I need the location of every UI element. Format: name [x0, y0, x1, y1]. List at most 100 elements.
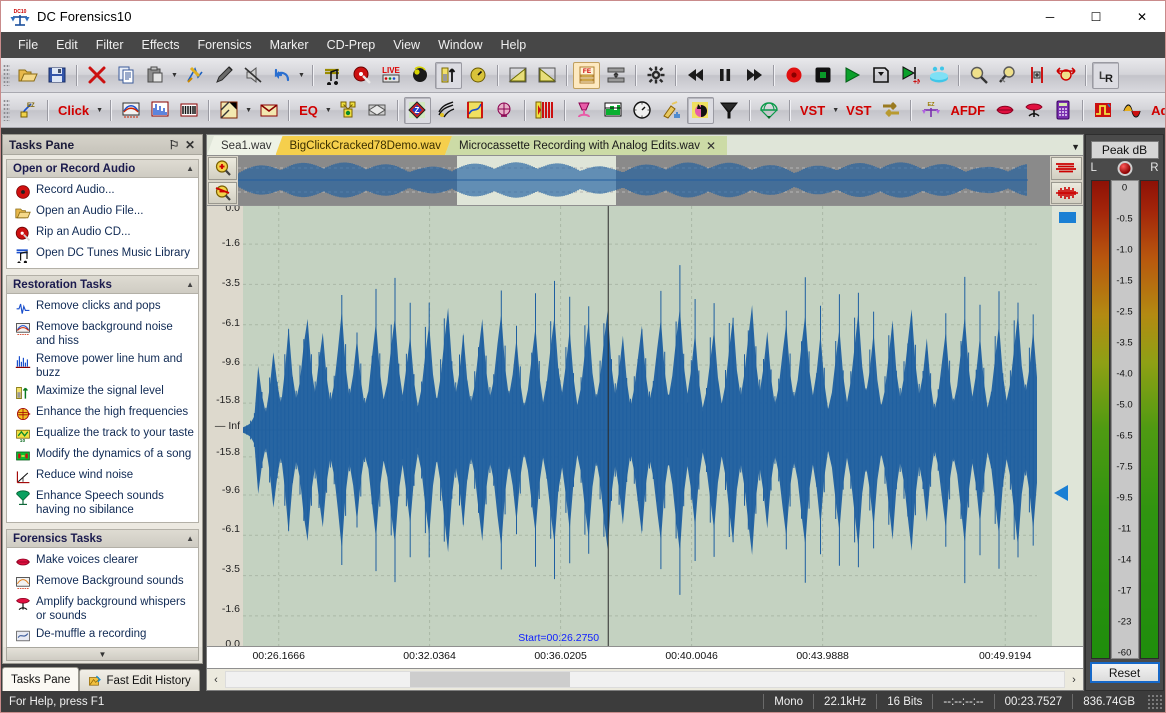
pane-tab-fast-edit-history[interactable]: Fast Edit History — [79, 669, 199, 691]
file-tab-1[interactable]: Sea1.wav — [207, 136, 283, 155]
afdf-icon[interactable]: AFDF — [946, 97, 989, 124]
vertical-zoom-track[interactable] — [1059, 208, 1076, 644]
task-item[interactable]: Rip an Audio CD... — [11, 223, 196, 244]
menu-item-filter[interactable]: Filter — [87, 34, 133, 56]
fade-out-icon[interactable] — [533, 62, 560, 89]
task-item[interactable]: Remove Background sounds — [11, 572, 196, 593]
menu-item-file[interactable]: File — [9, 34, 47, 56]
spectral-edit-icon[interactable] — [462, 97, 489, 124]
phase-rotate-icon[interactable] — [687, 97, 714, 124]
task-item[interactable]: Maximize the signal level — [11, 382, 196, 403]
undo-icon[interactable] — [268, 62, 295, 89]
waveform-overview[interactable] — [238, 156, 1050, 205]
pin-icon[interactable]: ⚐ — [166, 138, 182, 152]
clip-indicator-icon[interactable] — [1117, 161, 1132, 176]
reset-button[interactable]: Reset — [1090, 662, 1160, 683]
zoom-out-icon[interactable] — [994, 62, 1021, 89]
task-item[interactable]: Open DC Tunes Music Library — [11, 244, 196, 265]
gain-knob-icon[interactable] — [464, 62, 491, 89]
open-file-icon[interactable] — [14, 62, 41, 89]
denoise-icon[interactable] — [117, 97, 144, 124]
headphone-monitor-icon[interactable] — [406, 62, 433, 89]
forensics-examine-icon[interactable]: FE — [573, 62, 600, 89]
filter-bank-icon[interactable] — [364, 97, 391, 124]
fast-forward-icon[interactable] — [740, 62, 767, 89]
fade-in-icon[interactable] — [504, 62, 531, 89]
minimize-button[interactable]: ─ — [1027, 1, 1073, 32]
task-group-header[interactable]: Open or Record Audio▲ — [6, 159, 199, 178]
paragraphic-eq-icon[interactable] — [335, 97, 362, 124]
waveform-view-button[interactable] — [1051, 182, 1082, 205]
zoom-in-icon[interactable] — [965, 62, 992, 89]
equalizer-icon[interactable]: EQ — [295, 97, 322, 124]
vst-icon-dropdown-arrow[interactable]: ▼ — [830, 97, 841, 124]
vst-manage-icon[interactable]: VST — [842, 97, 875, 124]
swap-arrows-icon[interactable] — [877, 97, 904, 124]
resize-grip-icon[interactable] — [1147, 694, 1163, 709]
chevron-up-icon[interactable]: ▲ — [186, 164, 194, 173]
left-right-channel-icon[interactable]: LR — [1092, 62, 1119, 89]
declick-icon[interactable]: Click — [54, 97, 93, 124]
dehum-icon[interactable] — [146, 97, 173, 124]
zoom-full-icon[interactable] — [1052, 62, 1079, 89]
cut-icon[interactable] — [83, 62, 110, 89]
menu-item-marker[interactable]: Marker — [261, 34, 318, 56]
file-tab-2[interactable]: BigClickCracked78Demo.wav — [276, 136, 452, 155]
horizontal-scrollbar[interactable]: ‹ › — [207, 668, 1083, 690]
record-icon[interactable] — [780, 62, 807, 89]
mix-paste-icon[interactable] — [181, 62, 208, 89]
pause-icon[interactable] — [711, 62, 738, 89]
channel-align-icon[interactable] — [602, 62, 629, 89]
menu-item-forensics[interactable]: Forensics — [188, 34, 260, 56]
file-tab-3[interactable]: Microcassette Recording with Analog Edit… — [445, 136, 727, 155]
task-item[interactable]: Make voices clearer — [11, 551, 196, 572]
equalizer-icon-dropdown-arrow[interactable]: ▼ — [323, 97, 334, 124]
spectral-view-button[interactable] — [1051, 157, 1082, 180]
copy-icon[interactable] — [112, 62, 139, 89]
task-item[interactable]: Remove clicks and pops — [11, 297, 196, 318]
menu-item-help[interactable]: Help — [492, 34, 536, 56]
decrackle-icon[interactable] — [175, 97, 202, 124]
pencil-edit-icon[interactable] — [210, 62, 237, 89]
task-item[interactable]: 10Equalize the track to your taste — [11, 424, 196, 445]
task-item[interactable]: Amplify background whispers or sounds — [11, 593, 196, 625]
task-item[interactable]: Open an Audio File... — [11, 202, 196, 223]
menu-item-effects[interactable]: Effects — [132, 34, 188, 56]
task-item[interactable]: Record Audio... — [11, 181, 196, 202]
blue-wave-icon[interactable] — [925, 62, 952, 89]
play-loop-icon[interactable] — [867, 62, 894, 89]
spectrum-analyzer-icon[interactable] — [600, 97, 627, 124]
scroll-right-button[interactable]: › — [1065, 674, 1083, 686]
chevron-up-icon[interactable]: ▲ — [186, 534, 194, 543]
menu-item-edit[interactable]: Edit — [47, 34, 87, 56]
maximize-button[interactable]: ☐ — [1073, 1, 1119, 32]
amplify-whisper-icon[interactable] — [1020, 97, 1047, 124]
normalize-level-icon[interactable] — [435, 62, 462, 89]
task-item[interactable]: Remove background noise and hiss — [11, 318, 196, 350]
forensics-ez-icon[interactable]: EZ — [917, 97, 944, 124]
declick-icon-dropdown-arrow[interactable]: ▼ — [94, 97, 105, 124]
dynamics-icon[interactable] — [215, 97, 242, 124]
ez-wizard-icon[interactable]: EZ — [14, 97, 41, 124]
close-icon[interactable]: ✕ — [182, 138, 198, 152]
virtual-valve-icon[interactable]: Z — [404, 97, 431, 124]
zoom-in-button[interactable] — [208, 157, 237, 180]
sweep-brush-icon[interactable] — [658, 97, 685, 124]
play-next-icon[interactable]: +N — [896, 62, 923, 89]
pane-tab-tasks-pane[interactable]: Tasks Pane — [2, 667, 79, 691]
menu-item-window[interactable]: Window — [429, 34, 491, 56]
sound-stage-icon[interactable] — [491, 97, 518, 124]
close-tab-icon[interactable]: ✕ — [706, 139, 716, 153]
task-item[interactable]: Enhance the high frequencies — [11, 403, 196, 424]
waveform-square-icon[interactable] — [1089, 97, 1116, 124]
live-input-icon[interactable]: LIVE — [377, 62, 404, 89]
task-group-header[interactable]: Forensics Tasks▲ — [6, 529, 199, 548]
settings-gear-icon[interactable] — [642, 62, 669, 89]
comb-filter-icon[interactable] — [531, 97, 558, 124]
toolbar-grip[interactable] — [3, 99, 10, 121]
sine-wave-icon[interactable] — [1118, 97, 1145, 124]
stop-icon[interactable] — [809, 62, 836, 89]
task-item[interactable]: Enhance Speech sounds having no sibilanc… — [11, 487, 196, 519]
voice-clarity-icon[interactable] — [991, 97, 1018, 124]
menu-item-cd-prep[interactable]: CD-Prep — [318, 34, 385, 56]
